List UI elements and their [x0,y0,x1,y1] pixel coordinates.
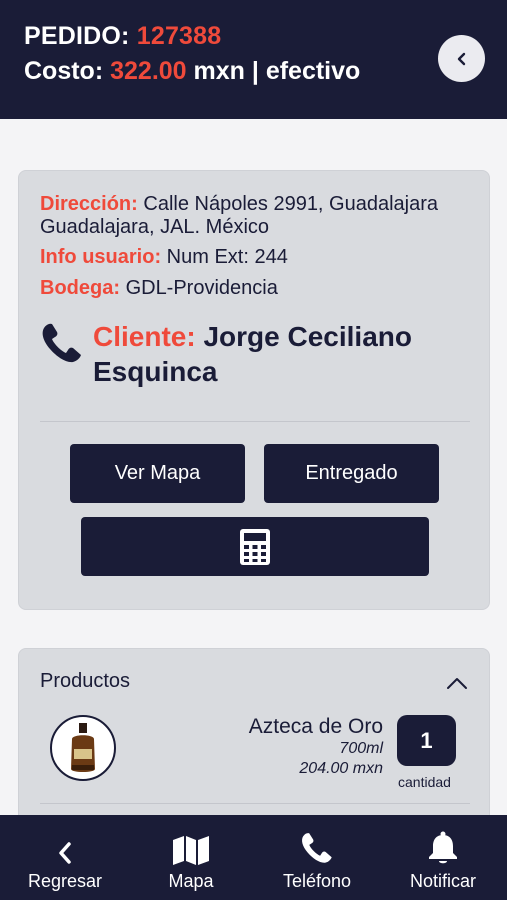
map-icon [173,836,209,865]
delivered-button[interactable]: Entregado [264,444,439,503]
divider [40,421,470,422]
phone-icon [302,833,332,863]
nav-back[interactable]: Regresar [20,815,110,900]
cost-value: 322.00 [110,57,187,85]
nav-map-label: Mapa [168,871,214,891]
product-name: Azteca de Oro [248,715,383,738]
quantity-label: cantidad [398,774,451,790]
warehouse-info: Bodega: GDL-Providencia [40,277,278,300]
products-title: Productos [40,670,131,692]
order-number: 127388 [136,22,222,50]
cost-line: Costo: 322.00 mxn | efectivo [24,57,360,86]
product-size: 700ml [339,740,383,757]
warehouse-label: Bodega: [40,277,120,299]
cost-label: Costo: [24,57,104,85]
bell-icon [429,831,457,864]
nav-notify-label: Notificar [409,871,476,891]
address-info: Dirección: Calle Nápoles 2991, Guadalaja… [40,193,480,239]
bottle-icon [71,723,95,772]
warehouse-value: GDL-Providencia [125,277,278,299]
user-info: Info usuario: Num Ext: 244 [40,246,288,269]
order-line: PEDIDO: 127388 [24,22,221,51]
calculator-icon [240,528,270,565]
chevron-up-icon[interactable] [445,673,469,693]
header: PEDIDO: 127388 Costo: 322.00 mxn | efect… [0,0,507,119]
user-info-label: Info usuario: [40,246,162,268]
cost-suffix: mxn | efectivo [193,57,361,85]
header-back-button[interactable] [438,35,485,82]
nav-map[interactable]: Mapa [151,815,231,900]
divider [40,803,470,804]
order-label: PEDIDO: [24,22,130,50]
quantity-badge: 1 [397,715,456,766]
nav-back-label: Regresar [27,871,103,891]
client-label: Cliente: [93,321,196,352]
view-map-button[interactable]: Ver Mapa [70,444,245,503]
address-label: Dirección: [40,193,138,215]
nav-phone[interactable]: Teléfono [272,815,362,900]
phone-icon[interactable] [40,321,84,365]
user-info-value: Num Ext: 244 [166,246,288,268]
nav-notify[interactable]: Notificar [398,815,488,900]
product-price: 204.00 mxn [299,760,383,777]
chevron-left-icon [457,52,465,65]
bottom-nav: Regresar Mapa Teléfono Notificar [0,815,507,900]
product-image [50,715,116,781]
order-details-card: Dirección: Calle Nápoles 2991, Guadalaja… [18,170,490,610]
nav-phone-label: Teléfono [282,871,352,891]
calculator-button[interactable] [81,517,429,576]
client-info: Cliente: Jorge Ceciliano Esquinca [93,319,473,389]
chevron-left-icon [59,842,71,864]
